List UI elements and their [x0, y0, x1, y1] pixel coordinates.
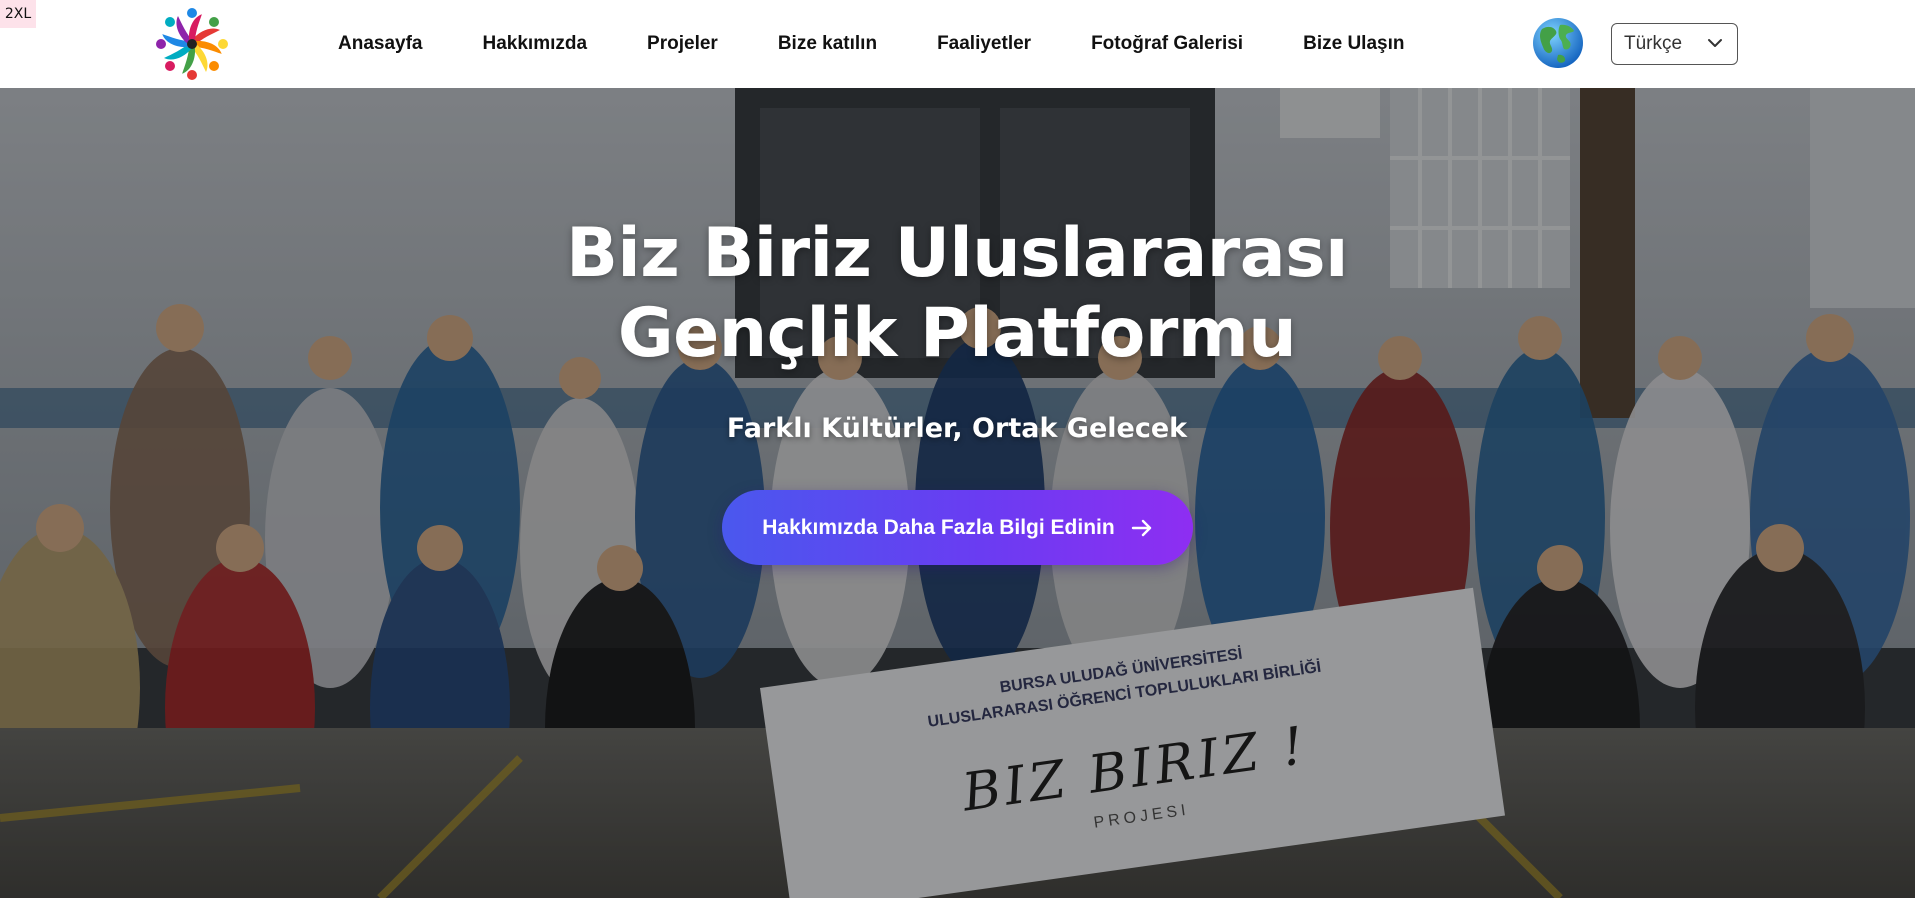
main-menu: Anasayfa Hakkımızda Projeler Bize katılı… — [338, 0, 1404, 88]
hero-section: BURSA ULUDAĞ ÜNİVERSİTESİ ULUSLARARASI Ö… — [0, 88, 1915, 898]
nav-link-join-us[interactable]: Bize katılın — [778, 33, 877, 55]
cta-label: Hakkımızda Daha Fazla Bilgi Edinin — [762, 515, 1115, 539]
arrow-right-icon — [1131, 519, 1151, 536]
viewport-size-badge: 2XL — [0, 0, 36, 28]
chevron-down-icon — [1708, 39, 1722, 47]
hero-subtitle: Farklı Kültürler, Ortak Gelecek — [726, 413, 1188, 444]
hero-title-line1: Biz Biriz Uluslararası — [566, 214, 1348, 293]
nav-link-about[interactable]: Hakkımızda — [483, 33, 588, 55]
nav-link-home[interactable]: Anasayfa — [338, 33, 423, 55]
language-selected-value: Türkçe — [1624, 33, 1683, 54]
site-logo[interactable] — [150, 4, 234, 84]
nav-link-contact[interactable]: Bize Ulaşın — [1303, 33, 1404, 55]
top-navbar: Anasayfa Hakkımızda Projeler Bize katılı… — [0, 0, 1915, 88]
nav-link-photo-gallery[interactable]: Fotoğraf Galerisi — [1091, 33, 1243, 55]
logo-swirl — [156, 8, 228, 80]
logo-icon — [156, 8, 228, 80]
globe-icon — [1533, 18, 1583, 68]
learn-more-about-us-button[interactable]: Hakkımızda Daha Fazla Bilgi Edinin — [722, 490, 1193, 565]
language-select[interactable]: Türkçe — [1611, 23, 1738, 65]
hero-title-line2: Gençlik Platformu — [617, 294, 1297, 373]
nav-link-projects[interactable]: Projeler — [647, 33, 718, 55]
nav-link-activities[interactable]: Faaliyetler — [937, 33, 1031, 55]
hero-title: Biz Biriz Uluslararası Gençlik Platformu — [457, 214, 1457, 374]
